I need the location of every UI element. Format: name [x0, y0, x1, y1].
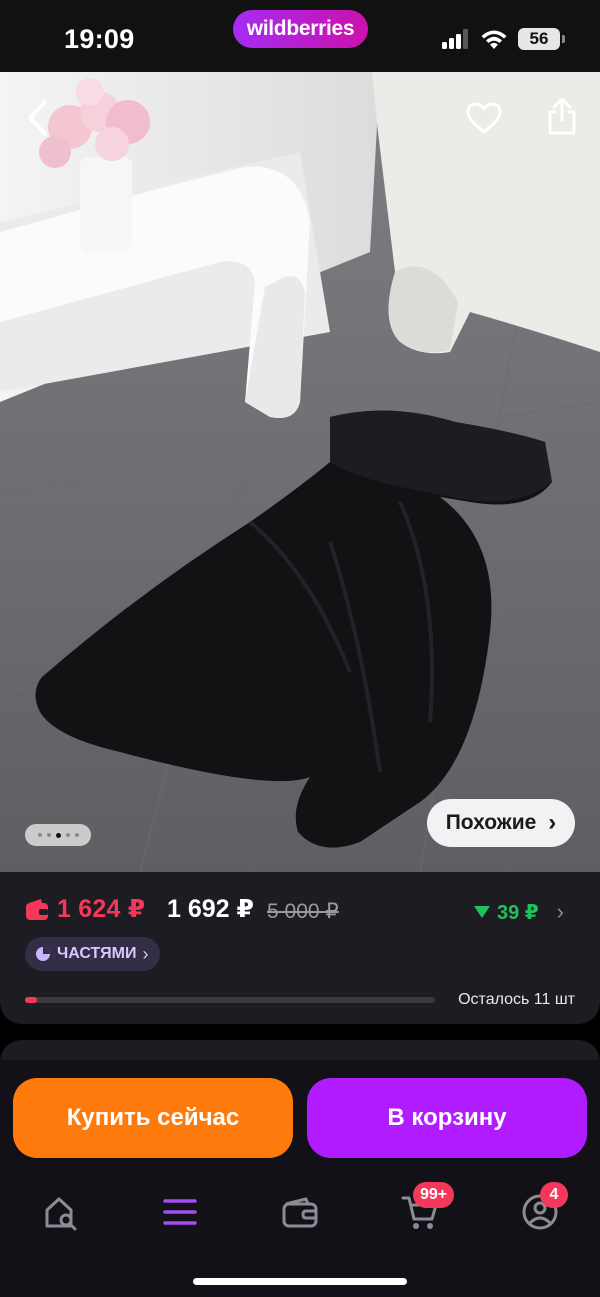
price: 1 692 ₽	[167, 895, 254, 923]
gallery-dot	[65, 833, 70, 837]
price-card: 1 624 ₽ 1 692 ₽ 5 000 ₽ 39 ₽ › ЧАСТЯМИ ›…	[0, 872, 600, 1024]
home-search-icon	[45, 1197, 77, 1231]
gallery-dot	[46, 833, 51, 837]
price-drop-value: 39 ₽	[496, 901, 539, 924]
chevron-right-icon: ›	[556, 899, 564, 924]
share-icon	[548, 97, 576, 135]
add-to-cart-button[interactable]: В корзину	[307, 1078, 587, 1158]
status-time: 19:09	[64, 24, 135, 54]
wallet-icon	[282, 1197, 318, 1228]
stock-progress-bar	[25, 997, 435, 1003]
cellular-signal-icon	[442, 29, 468, 49]
similar-label: Похожие	[445, 811, 537, 834]
old-price: 5 000 ₽	[267, 900, 339, 923]
profile-badge: 4	[540, 1182, 568, 1208]
brand-logo[interactable]: wildberries	[233, 10, 368, 48]
gallery-dot	[74, 833, 79, 837]
product-photo[interactable]: Похожие ›	[0, 72, 600, 872]
battery-icon: 56	[518, 28, 565, 50]
pie-chart-icon	[36, 947, 50, 961]
share-button[interactable]	[538, 92, 586, 140]
similar-button[interactable]: Похожие ›	[427, 799, 575, 847]
tab-wallet[interactable]	[272, 1184, 328, 1240]
status-bar: 19:09 wildberries 56	[0, 0, 600, 72]
favorite-button[interactable]	[460, 94, 508, 142]
wallet-icon	[26, 899, 48, 920]
product-image	[0, 72, 600, 872]
stock-progress-fill	[25, 997, 38, 1003]
buy-now-button[interactable]: Купить сейчас	[13, 1078, 293, 1158]
price-drop-button[interactable]: 39 ₽ ›	[473, 899, 564, 925]
wallet-price: 1 624 ₽	[57, 895, 146, 923]
tab-bar: 99+ 4	[0, 1170, 600, 1297]
gallery-pagination[interactable]	[25, 824, 91, 846]
back-button[interactable]	[14, 94, 62, 142]
triangle-down-icon	[473, 906, 490, 918]
heart-icon	[466, 102, 502, 134]
chevron-right-icon: ›	[142, 943, 149, 964]
gallery-dot	[55, 832, 61, 838]
stock-remaining: Осталось 11 шт	[458, 991, 575, 1008]
status-icons: 56	[442, 28, 565, 50]
tab-home-search[interactable]	[33, 1184, 89, 1240]
tab-catalog[interactable]	[152, 1184, 208, 1240]
chevron-left-icon	[28, 100, 47, 136]
home-indicator[interactable]	[193, 1278, 407, 1285]
chevron-right-icon: ›	[548, 809, 557, 836]
installments-label: ЧАСТЯМИ	[57, 945, 137, 962]
wifi-icon	[481, 30, 507, 49]
gallery-dot	[37, 833, 42, 837]
action-bar: Купить сейчас В корзину	[0, 1060, 600, 1180]
cart-badge: 99+	[413, 1182, 455, 1208]
menu-icon	[163, 1199, 197, 1225]
installments-button[interactable]: ЧАСТЯМИ ›	[25, 937, 161, 971]
